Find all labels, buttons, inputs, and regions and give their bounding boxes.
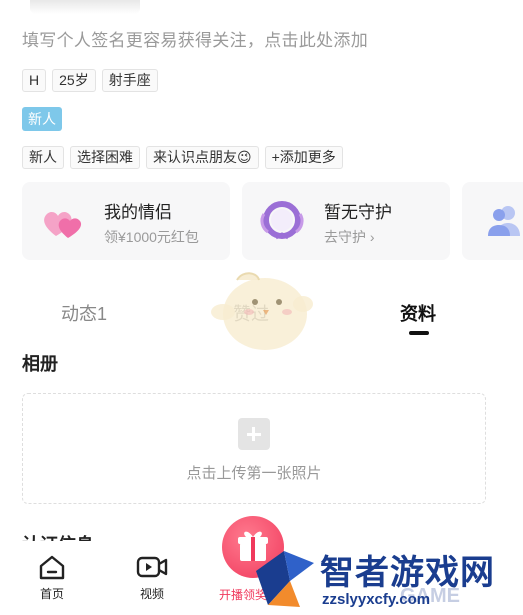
upload-label: 点击上传第一张照片 [186, 465, 322, 482]
signature-hint[interactable]: 填写个人签名更容易获得关注，点击此处添加 [22, 26, 368, 51]
guard-wreath-icon [260, 201, 304, 240]
couple-card[interactable]: 我的情侣 领¥1000元红包 [22, 182, 230, 260]
photo-upload-box[interactable]: 点击上传第一张照片 [22, 393, 486, 504]
tab-dynamic[interactable]: 动态1 [61, 300, 107, 326]
users-icon [488, 206, 520, 236]
cropped-header-fragment [30, 0, 140, 14]
nav-video-label: 视频 [139, 587, 164, 601]
watermark-url: zzslyyxcfy.com [322, 591, 431, 608]
friends-card[interactable] [462, 182, 523, 260]
basic-tags: H 25岁 射手座 [22, 69, 158, 92]
age-tag: 25岁 [52, 69, 96, 92]
home-icon [39, 555, 65, 580]
interest-tag: 选择困难 [70, 146, 140, 169]
guard-card-subtitle[interactable]: 去守护 › [324, 227, 375, 247]
guard-card-title: 暂无守护 [324, 203, 392, 222]
couple-card-subtitle: 领¥1000元红包 [104, 229, 199, 245]
video-icon [136, 556, 168, 578]
nav-home-label: 首页 [39, 587, 64, 601]
add-photo-icon [238, 418, 270, 450]
tab-info[interactable]: 资料 [400, 300, 436, 326]
guard-card[interactable]: 暂无守护 去守护 › [242, 182, 450, 260]
nav-video[interactable]: 视频 [122, 553, 182, 602]
nav-home[interactable]: 首页 [22, 553, 82, 602]
chick-mascot-icon [211, 272, 313, 350]
interest-tags: 新人 选择困难 来认识点朋友😉 +添加更多 [22, 146, 343, 169]
interest-tag: 来认识点朋友😉 [146, 146, 259, 169]
certification-title: 认证信息 [22, 531, 94, 541]
interest-tag: 新人 [22, 146, 64, 169]
new-user-badge: 新人 [22, 107, 62, 131]
site-watermark: 智者游戏网 GAME zzslyyxcfy.com [250, 541, 523, 615]
hearts-icon [44, 212, 82, 238]
zodiac-tag: 射手座 [101, 69, 158, 92]
active-tab-indicator [409, 331, 429, 335]
feature-cards: 我的情侣 领¥1000元红包 暂无守护 去守护 › [22, 182, 523, 260]
album-title: 相册 [22, 354, 58, 374]
watermark-logo-icon [256, 551, 314, 607]
add-more-tags-button[interactable]: +添加更多 [264, 146, 343, 169]
couple-card-title: 我的情侣 [104, 203, 172, 222]
gender-tag: H [22, 69, 47, 92]
